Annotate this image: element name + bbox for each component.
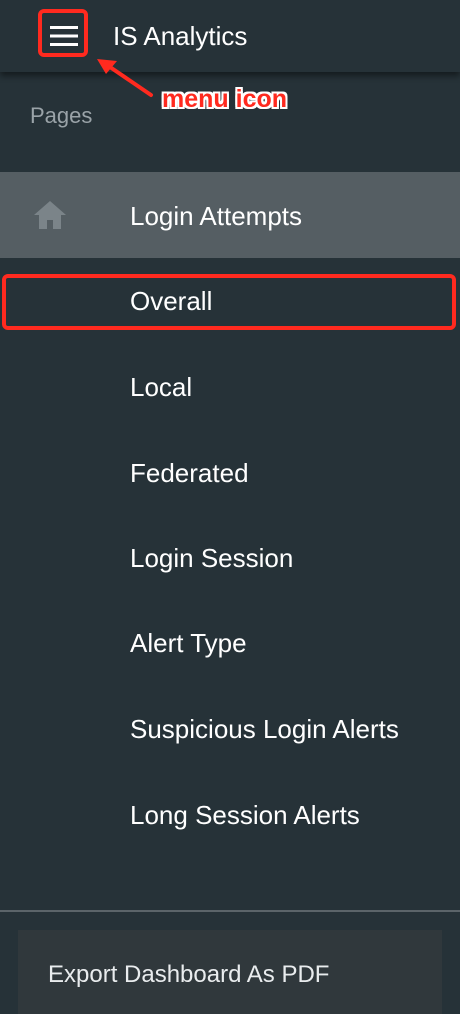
export-dashboard-button[interactable]: Export Dashboard As PDF bbox=[18, 930, 442, 1014]
nav-item-alert-type[interactable]: Alert Type bbox=[0, 600, 460, 686]
annotation-arrow-icon bbox=[97, 59, 153, 97]
nav-item-long-session-alerts[interactable]: Long Session Alerts bbox=[0, 772, 460, 858]
nav-item-overall[interactable]: Overall bbox=[0, 258, 460, 344]
nav-item-label: Federated bbox=[130, 458, 249, 488]
menu-icon-highlight-box bbox=[38, 9, 88, 57]
nav-item-label: Local bbox=[130, 372, 193, 402]
nav-item-label: Login Attempts bbox=[130, 201, 302, 231]
nav-item-login-session[interactable]: Login Session bbox=[0, 515, 460, 601]
nav-item-local[interactable]: Local bbox=[0, 344, 460, 430]
nav-item-label: Alert Type bbox=[130, 628, 247, 658]
sidebar-divider bbox=[0, 910, 460, 912]
section-label-pages: Pages bbox=[30, 103, 93, 128]
nav-item-suspicious-login-alerts[interactable]: Suspicious Login Alerts bbox=[0, 686, 460, 772]
annotation-label: menu icon bbox=[162, 85, 288, 113]
export-button-label: Export Dashboard As PDF bbox=[48, 961, 330, 988]
nav-item-login-attempts[interactable]: Login Attempts bbox=[0, 172, 460, 258]
nav-item-label: Long Session Alerts bbox=[130, 800, 360, 830]
nav-item-label: Login Session bbox=[130, 543, 294, 573]
home-icon bbox=[34, 201, 66, 229]
app-title: IS Analytics bbox=[113, 21, 248, 51]
nav-item-federated[interactable]: Federated bbox=[0, 430, 460, 516]
nav-item-label: Overall bbox=[130, 286, 213, 316]
nav-item-label: Suspicious Login Alerts bbox=[130, 714, 399, 744]
dashboard-sidebar-app: IS Analytics menu icon Pages Login Attem… bbox=[0, 0, 460, 1014]
